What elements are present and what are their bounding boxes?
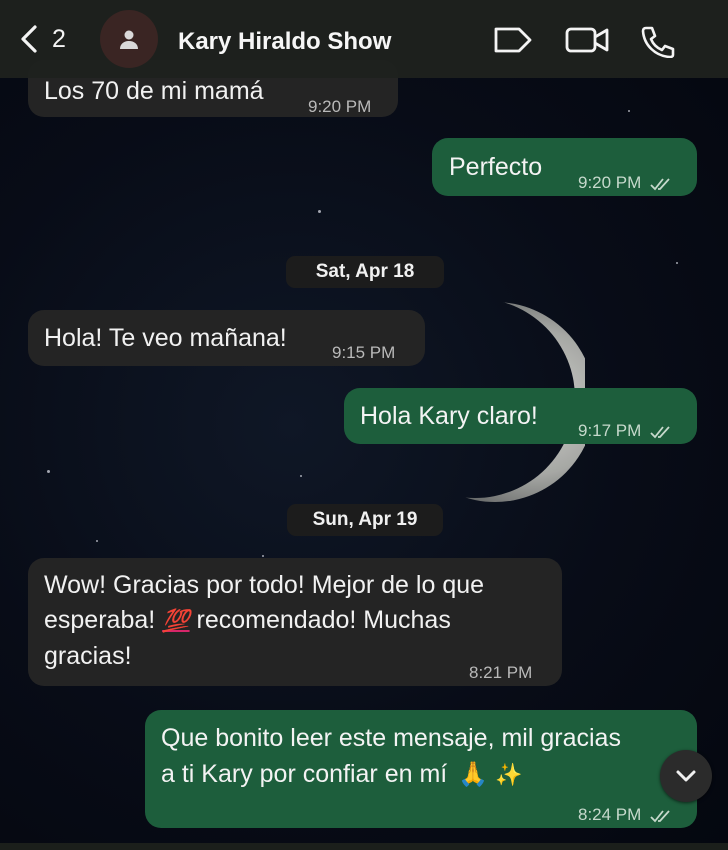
sparkles-emoji: ✨	[495, 763, 523, 788]
video-call-icon	[565, 27, 609, 53]
message-line-text: recomendado! Muchas	[196, 606, 451, 634]
label-tag-icon	[494, 27, 532, 53]
video-call-button[interactable]	[564, 24, 610, 61]
message-text: Que bonito leer este mensaje, mil gracia…	[161, 720, 621, 794]
message-text: Hola Kary claro!	[360, 402, 538, 430]
wallpaper-star	[628, 110, 630, 112]
message-time: 9:20 PM	[308, 97, 372, 116]
message-time-value: 9:17 PM	[578, 421, 642, 440]
message-time: 9:20 PM	[578, 166, 674, 200]
message-text: Perfecto	[449, 153, 543, 181]
message-time-value: 9:20 PM	[578, 173, 642, 192]
avatar[interactable]	[100, 10, 158, 68]
chat-header: 2 Kary Hiraldo Show	[0, 0, 728, 78]
message-bubble-outgoing[interactable]: Perfecto 9:20 PM	[432, 138, 697, 196]
read-receipt-icon	[650, 809, 670, 822]
message-time: 8:24 PM	[578, 798, 674, 832]
unread-count: 2	[52, 24, 66, 53]
date-separator: Sun, Apr 19	[287, 504, 443, 536]
read-receipt-icon	[650, 177, 670, 190]
contact-name[interactable]: Kary Hiraldo Show	[178, 28, 391, 56]
wallpaper-star	[262, 555, 264, 557]
message-time: 9:17 PM	[578, 414, 674, 448]
date-separator: Sat, Apr 18	[286, 256, 444, 288]
message-line: esperaba! 💯 recomendado! Muchas	[44, 603, 484, 639]
message-text: Hola! Te veo mañana!	[44, 324, 287, 352]
phone-call-icon	[641, 26, 675, 59]
wallpaper-star	[96, 540, 98, 542]
wallpaper-star	[676, 262, 678, 264]
message-line: a ti Kary por confiar en mí 🙏 ✨	[161, 756, 621, 794]
message-line: Que bonito leer este mensaje, mil gracia…	[161, 724, 621, 752]
wallpaper-star	[300, 475, 302, 477]
chevron-down-icon	[676, 770, 696, 782]
message-bubble-outgoing[interactable]: Hola Kary claro! 9:17 PM	[344, 388, 697, 444]
message-bubble-outgoing[interactable]: Que bonito leer este mensaje, mil gracia…	[145, 710, 697, 828]
message-line: gracias!	[44, 642, 132, 670]
message-bubble-incoming[interactable]: Wow! Gracias por todo! Mejor de lo que e…	[28, 558, 562, 686]
composer-bar-edge	[0, 843, 728, 850]
message-time-value: 8:24 PM	[578, 805, 642, 824]
read-receipt-icon	[650, 425, 670, 438]
back-button[interactable]: 2	[18, 24, 66, 54]
scroll-to-bottom-button[interactable]	[660, 750, 712, 802]
hundred-points-emoji: 💯	[162, 609, 190, 634]
message-bubble-incoming[interactable]: Hola! Te veo mañana! 9:15 PM	[28, 310, 425, 366]
chevron-left-icon	[21, 25, 37, 53]
contact-avatar-icon	[120, 30, 138, 49]
voice-call-button[interactable]	[638, 24, 678, 63]
label-button[interactable]	[492, 24, 534, 61]
message-time: 8:21 PM	[469, 663, 533, 682]
message-time: 9:15 PM	[332, 343, 396, 362]
wallpaper-star	[318, 210, 321, 213]
message-line: Wow! Gracias por todo! Mejor de lo que	[44, 571, 485, 599]
message-line-text: a ti Kary por confiar en mí	[161, 760, 448, 788]
wallpaper-star	[47, 470, 50, 473]
message-line-text: esperaba!	[44, 606, 156, 634]
folded-hands-emoji: 🙏	[458, 760, 489, 788]
message-text: Wow! Gracias por todo! Mejor de lo que e…	[44, 568, 484, 674]
message-text: Los 70 de mi mamá	[44, 77, 264, 105]
